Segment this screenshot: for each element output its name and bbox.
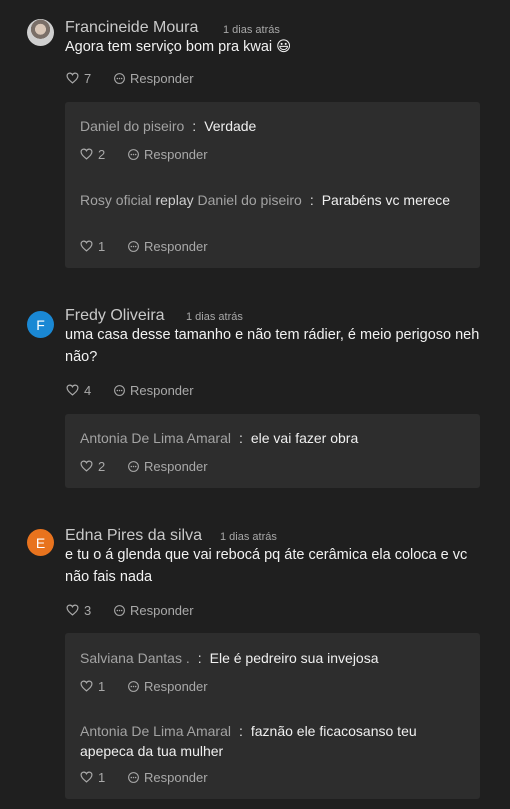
reply-line: Salviana Dantas .: Ele é pedreiro sua inv…: [80, 648, 470, 668]
reply-target[interactable]: Daniel do piseiro: [198, 192, 302, 208]
chat-bubble-icon: [114, 72, 125, 84]
separator: :: [197, 650, 202, 666]
reply-line: Antonia De Lima Amaral: faznão ele ficaco…: [80, 721, 470, 761]
like-count: 4: [84, 382, 92, 398]
chat-bubble-icon: [128, 460, 139, 472]
reply-author[interactable]: Antonia De Lima Amaral: [80, 430, 231, 446]
reply-actions: 2 Responder: [80, 457, 208, 475]
reply-label: Responder: [130, 382, 194, 398]
avatar[interactable]: E: [27, 529, 54, 556]
reply-author[interactable]: Salviana Dantas .: [80, 650, 190, 666]
comment-time: 1 dias atrás: [220, 531, 277, 543]
reply-label: Responder: [144, 238, 208, 254]
separator: :: [309, 192, 314, 208]
avatar[interactable]: F: [27, 311, 54, 338]
reply-button[interactable]: Responder: [113, 383, 194, 398]
reply-button[interactable]: Responder: [127, 459, 208, 474]
reply-text: Verdade: [204, 118, 257, 134]
like-count: 1: [98, 238, 106, 254]
reply-button[interactable]: Responder: [113, 603, 194, 618]
like-button[interactable]: 2: [80, 459, 127, 474]
chat-bubble-icon: [128, 148, 139, 160]
heart-icon: [80, 240, 93, 252]
reply-button[interactable]: Responder: [127, 239, 208, 254]
like-count: 2: [98, 458, 106, 474]
heart-icon: [80, 460, 93, 472]
reply-author[interactable]: Daniel do piseiro: [80, 118, 184, 134]
reply-button[interactable]: Responder: [127, 147, 208, 162]
reply-text: Ele é pedreiro sua invejosa: [209, 650, 379, 666]
reply-line: Antonia De Lima Amaral: ele vai fazer obr…: [80, 428, 470, 448]
replies-box: Daniel do piseiro: Verdade 2 Responder Ro…: [65, 102, 480, 268]
reply-label: Responder: [144, 458, 208, 474]
chat-bubble-icon: [128, 240, 139, 252]
separator: :: [192, 118, 197, 134]
comment-actions: 4 Responder: [66, 381, 194, 399]
heart-icon: [66, 604, 79, 616]
like-count: 1: [98, 769, 106, 785]
separator: :: [238, 430, 243, 446]
like-button[interactable]: 1: [80, 679, 127, 694]
comment-actions: 3 Responder: [66, 601, 194, 619]
replies-box: Antonia De Lima Amaral: ele vai fazer obr…: [65, 414, 480, 488]
like-button[interactable]: 2: [80, 147, 127, 162]
reply-button[interactable]: Responder: [127, 770, 208, 785]
reply-label: Responder: [130, 602, 194, 618]
reply-line: Daniel do piseiro: Verdade: [80, 116, 470, 136]
comment-text: uma casa desse tamanho e não tem rádier,…: [65, 327, 480, 365]
heart-icon: [80, 148, 93, 160]
reply-actions: 2 Responder: [80, 145, 208, 163]
reply-label: Responder: [130, 70, 194, 86]
like-count: 2: [98, 146, 106, 162]
reply-line: Rosy oficial replay Daniel do piseiro: Pa…: [80, 190, 470, 210]
replay-label: replay: [155, 192, 194, 208]
avatar[interactable]: [27, 19, 54, 46]
reply-author[interactable]: Rosy oficial: [80, 192, 152, 208]
comment-text: e tu o á glenda que vai rebocá pq áte ce…: [65, 547, 468, 585]
chat-bubble-icon: [128, 771, 139, 783]
heart-icon: [80, 680, 93, 692]
heart-icon: [66, 384, 79, 396]
chat-bubble-icon: [114, 384, 125, 396]
like-button[interactable]: 3: [66, 603, 113, 618]
reply-button[interactable]: Responder: [127, 679, 208, 694]
comment-time: 1 dias atrás: [186, 311, 243, 323]
like-count: 7: [84, 70, 92, 86]
reply-text: Parabéns vc merece: [321, 192, 451, 208]
comment-author[interactable]: Francineide Moura: [65, 19, 198, 37]
reply-label: Responder: [144, 146, 208, 162]
reply-actions: 1 Responder: [80, 237, 208, 255]
like-button[interactable]: 1: [80, 770, 127, 785]
separator: :: [238, 723, 243, 739]
heart-icon: [80, 771, 93, 783]
like-button[interactable]: 1: [80, 239, 127, 254]
like-count: 1: [98, 678, 106, 694]
reply-label: Responder: [144, 769, 208, 785]
comment-author[interactable]: Fredy Oliveira: [65, 307, 165, 325]
reply-text: ele vai fazer obra: [250, 430, 359, 446]
comment-time: 1 dias atrás: [223, 24, 280, 36]
like-count: 3: [84, 602, 92, 618]
comment-text: Agora tem serviço bom pra kwai 😃: [65, 39, 292, 55]
reply-author[interactable]: Antonia De Lima Amaral: [80, 723, 231, 739]
chat-bubble-icon: [114, 604, 125, 616]
comment-actions: 7 Responder: [66, 69, 194, 87]
reply-actions: 1 Responder: [80, 768, 208, 786]
comment-author[interactable]: Edna Pires da silva: [65, 527, 202, 545]
chat-bubble-icon: [128, 680, 139, 692]
reply-actions: 1 Responder: [80, 677, 208, 695]
reply-label: Responder: [144, 678, 208, 694]
reply-button[interactable]: Responder: [113, 71, 194, 86]
like-button[interactable]: 7: [66, 71, 113, 86]
heart-icon: [66, 72, 79, 84]
like-button[interactable]: 4: [66, 383, 113, 398]
replies-box: Salviana Dantas .: Ele é pedreiro sua inv…: [65, 633, 480, 799]
